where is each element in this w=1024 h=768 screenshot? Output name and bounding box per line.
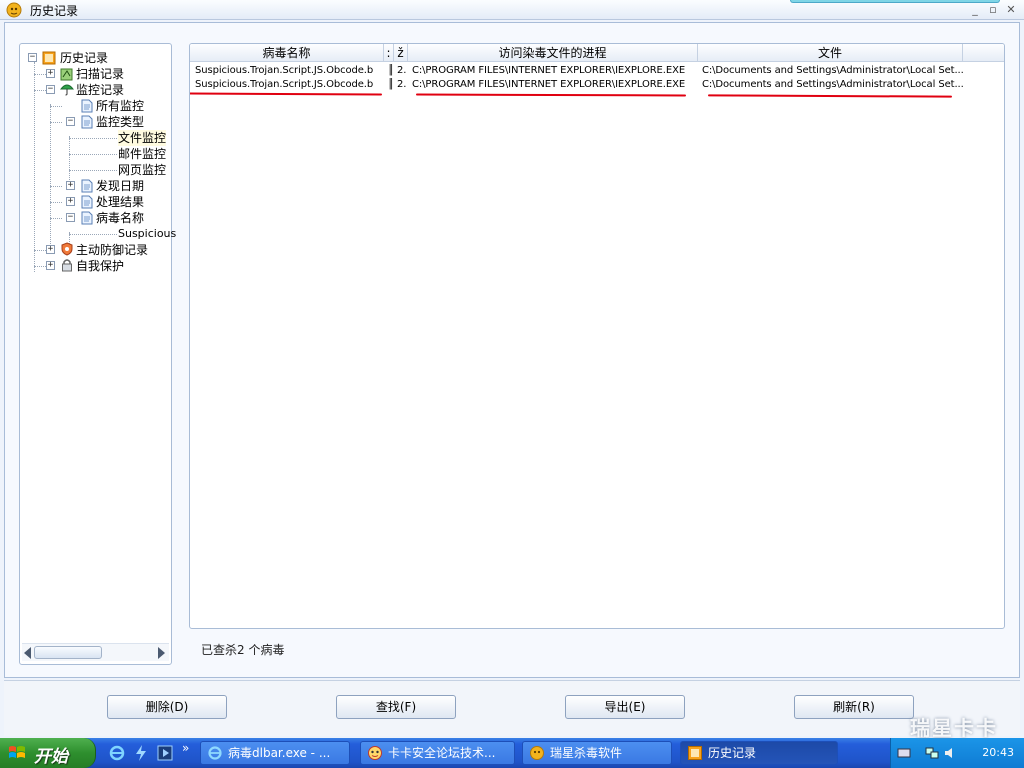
tree-item-self-protect[interactable]: + 自我保护: [46, 258, 170, 274]
scroll-thumb[interactable]: [34, 646, 102, 659]
history-icon: [42, 51, 56, 65]
column-narrow-2[interactable]: ž: [394, 44, 408, 62]
list-header: 病毒名称 : ž 访问染毒文件的进程 文件: [190, 44, 1004, 62]
title-bar: 历史记录 _ ▫ ✕: [0, 0, 1024, 20]
ie-icon: [208, 746, 222, 760]
cell-c1: ║: [388, 65, 394, 76]
virus-record-list: 病毒名称 : ž 访问染毒文件的进程 文件 Suspicious.Trojan.…: [189, 43, 1005, 629]
cell-virus: Suspicious.Trojan.Script.JS.Obcode.b: [195, 65, 374, 76]
scroll-left-icon[interactable]: [24, 647, 31, 659]
task-button-history[interactable]: 历史记录: [680, 741, 838, 765]
task-button-ie[interactable]: 病毒dlbar.exe - ...: [200, 741, 350, 765]
history-tree: − 历史记录 + 扫描记录 − 监控记录 所有监控 − 监控类型 文件监控 邮件…: [19, 43, 176, 665]
task-button-kaka[interactable]: 卡卡安全论坛技术...: [360, 741, 515, 765]
status-summary: 已查杀2 个病毒: [201, 643, 285, 657]
task-button-rising[interactable]: 瑞星杀毒软件: [522, 741, 672, 765]
quicklaunch-expand-icon[interactable]: »: [182, 741, 189, 755]
column-narrow-1[interactable]: :: [384, 44, 394, 62]
lock-icon: [62, 259, 72, 272]
cell-virus: Suspicious.Trojan.Script.JS.Obcode.b: [195, 79, 374, 90]
umbrella-icon: [60, 84, 74, 96]
document-icon: [81, 99, 93, 113]
tree-root[interactable]: − 历史记录: [28, 50, 168, 66]
tree-root-label: 历史记录: [60, 51, 109, 65]
annotation-underline-process: [415, 93, 687, 97]
tree-item-result[interactable]: + 处理结果: [66, 194, 166, 210]
export-button[interactable]: 导出(E): [565, 695, 685, 719]
tree-item-mail-monitor[interactable]: 邮件监控: [118, 146, 174, 162]
annotation-underline-file: [707, 94, 953, 98]
cell-process: C:\PROGRAM FILES\INTERNET EXPLORER\IEXPL…: [412, 65, 686, 76]
rising-lion-icon: [530, 746, 544, 760]
find-button[interactable]: 查找(F): [336, 695, 456, 719]
tree-item-monitor-log[interactable]: − 监控记录: [46, 82, 166, 98]
window-title: 历史记录: [30, 4, 79, 18]
tree-item-found-date[interactable]: + 发现日期: [66, 178, 166, 194]
column-virus-name[interactable]: 病毒名称: [190, 44, 384, 62]
document-icon: [81, 195, 93, 209]
cell-c1: ║: [388, 79, 394, 90]
tree-item-web-monitor[interactable]: 网页监控: [118, 162, 174, 178]
document-icon: [81, 179, 93, 193]
lightning-quicklaunch-icon[interactable]: [132, 744, 150, 762]
media-quicklaunch-icon[interactable]: [156, 744, 174, 762]
history-icon: [688, 746, 702, 760]
start-button[interactable]: 开始: [0, 738, 96, 768]
taskbar: 开始 » 病毒dlbar.exe - ... 卡卡安全论坛技术... 瑞星杀毒软…: [0, 738, 1024, 768]
tree-item-suspicious[interactable]: Suspicious: [118, 226, 176, 242]
tree-item-all-monitor[interactable]: 所有监控: [66, 98, 166, 114]
cell-c2: 2.: [397, 65, 407, 76]
document-icon: [81, 211, 93, 225]
watermark-logo: 瑞星卡卡: [910, 716, 998, 740]
cell-file: C:\Documents and Settings\Administrator\…: [702, 79, 964, 90]
column-file[interactable]: 文件: [698, 44, 963, 62]
cell-file: C:\Documents and Settings\Administrator\…: [702, 65, 964, 76]
tree-item-virus-name[interactable]: − 病毒名称: [66, 210, 166, 226]
rising-lion-icon: [6, 2, 22, 18]
windows-logo-icon: [9, 746, 25, 758]
annotation-underline-virus: [190, 92, 383, 96]
tree-item-scan-log[interactable]: + 扫描记录: [46, 66, 166, 82]
start-label: 开始: [34, 747, 68, 767]
table-row[interactable]: Suspicious.Trojan.Script.JS.Obcode.b ║ 2…: [190, 78, 1004, 92]
restore-icon[interactable]: ▫: [986, 3, 1000, 17]
scroll-right-icon[interactable]: [158, 647, 165, 659]
close-icon[interactable]: ✕: [1004, 3, 1018, 17]
cell-process: C:\PROGRAM FILES\INTERNET EXPLORER\IEXPL…: [412, 79, 686, 90]
cell-c2: 2.: [397, 79, 407, 90]
column-process[interactable]: 访问染毒文件的进程: [408, 44, 698, 62]
minimize-icon[interactable]: _: [968, 3, 982, 17]
tree-horizontal-scrollbar[interactable]: [22, 643, 169, 661]
table-row[interactable]: Suspicious.Trojan.Script.JS.Obcode.b ║ 2…: [190, 64, 1004, 78]
main-frame: − 历史记录 + 扫描记录 − 监控记录 所有监控 − 监控类型 文件监控 邮件…: [4, 22, 1020, 678]
tree-item-monitor-type[interactable]: − 监控类型: [66, 114, 166, 130]
scan-log-icon: [60, 68, 73, 81]
delete-button[interactable]: 删除(D): [107, 695, 227, 719]
shield-icon: [61, 242, 73, 256]
refresh-button[interactable]: 刷新(R): [794, 695, 914, 719]
tree-item-active-defense[interactable]: + 主动防御记录: [46, 242, 170, 258]
tree-item-file-monitor[interactable]: 文件监控: [118, 130, 174, 146]
action-button-bar: 删除(D) 查找(F) 导出(E) 刷新(R): [4, 680, 1020, 736]
kaka-icon: [368, 746, 382, 760]
ie-quicklaunch-icon[interactable]: [108, 744, 126, 762]
document-icon: [81, 115, 93, 129]
